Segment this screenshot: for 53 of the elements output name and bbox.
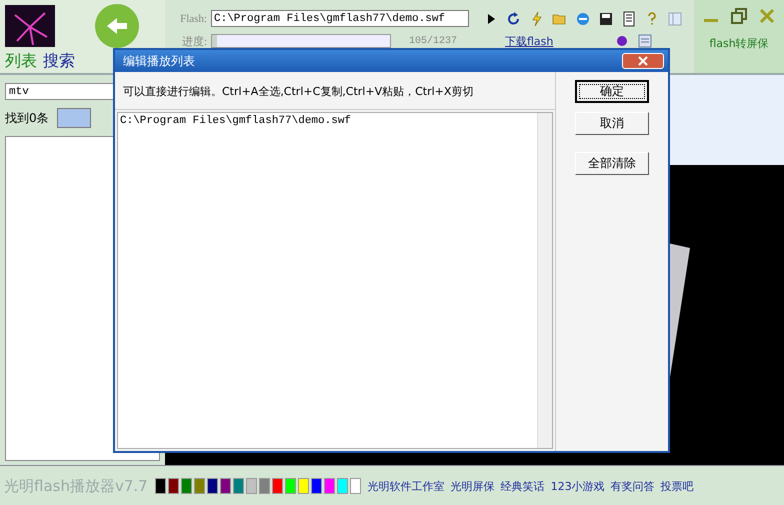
refresh-icon[interactable] bbox=[506, 10, 522, 26]
dot-icon bbox=[617, 36, 628, 46]
color-swatch[interactable] bbox=[206, 478, 218, 494]
restore-icon[interactable] bbox=[731, 8, 747, 24]
color-swatch[interactable] bbox=[336, 478, 348, 494]
back-button[interactable] bbox=[95, 4, 139, 48]
search-field[interactable] bbox=[56, 108, 91, 128]
download-link[interactable]: 下载flash bbox=[505, 34, 554, 48]
color-swatch[interactable] bbox=[168, 478, 179, 494]
category-dropdown[interactable]: mtv bbox=[5, 83, 115, 100]
screensaver-link[interactable]: flash转屏保 bbox=[709, 36, 769, 51]
color-swatch[interactable] bbox=[232, 478, 244, 494]
color-swatch[interactable] bbox=[220, 478, 231, 494]
panel-icon[interactable] bbox=[667, 10, 683, 26]
footer-link[interactable]: 投票吧 bbox=[660, 478, 694, 494]
color-swatch[interactable] bbox=[246, 478, 257, 494]
footer-link[interactable]: 123小游戏 bbox=[550, 478, 605, 494]
color-swatch[interactable] bbox=[298, 478, 309, 494]
color-swatch[interactable] bbox=[258, 478, 270, 494]
close-icon bbox=[638, 56, 648, 66]
list-icon[interactable] bbox=[637, 33, 654, 49]
color-swatch[interactable] bbox=[272, 478, 283, 494]
progress-slider[interactable] bbox=[211, 34, 391, 48]
path-field[interactable]: C:\Program Files\gmflash77\demo.swf bbox=[211, 10, 469, 27]
progress-label: 进度: bbox=[180, 34, 207, 48]
tab[interactable]: 列表 bbox=[5, 51, 37, 72]
playlist-text-area[interactable]: C:\Program Files\gmflash77\demo.swf bbox=[117, 112, 553, 449]
dialog-title: 编辑播放列表 bbox=[123, 52, 195, 70]
color-swatch[interactable] bbox=[154, 478, 166, 494]
color-swatch[interactable] bbox=[324, 478, 335, 494]
list-icon[interactable] bbox=[621, 10, 637, 26]
color-swatch[interactable] bbox=[350, 478, 361, 494]
app-title: 光明flash播放器v7.7 bbox=[4, 476, 148, 496]
results-count: 找到0条 bbox=[5, 110, 49, 126]
footer-link[interactable]: 光明屏保 bbox=[450, 478, 495, 494]
footer-link[interactable]: 有奖问答 bbox=[610, 478, 655, 494]
arrow-left-icon bbox=[105, 16, 129, 36]
color-swatch[interactable] bbox=[310, 478, 322, 494]
flash-label: Flash: bbox=[179, 12, 207, 24]
save-icon[interactable] bbox=[598, 10, 614, 26]
footer-link[interactable]: 光明软件工作室 bbox=[368, 478, 445, 494]
color-swatch[interactable] bbox=[284, 478, 296, 494]
progress-reading: 105/1237 bbox=[409, 36, 458, 46]
dialog-button[interactable]: 确定 bbox=[575, 80, 649, 103]
close-icon[interactable] bbox=[759, 8, 775, 24]
dialog-button[interactable]: 全部清除 bbox=[575, 152, 649, 175]
tab[interactable]: 搜索 bbox=[43, 51, 75, 72]
instructions-text: 可以直接进行编辑。Ctrl+A全选,Ctrl+C复制,Ctrl+V粘贴，Ctrl+X剪切 bbox=[115, 72, 555, 110]
dialog-button[interactable]: 取消 bbox=[575, 112, 649, 135]
footer-link[interactable]: 经典笑话 bbox=[500, 478, 545, 494]
color-swatch[interactable] bbox=[194, 478, 205, 494]
color-swatch[interactable] bbox=[180, 478, 192, 494]
close-button[interactable] bbox=[622, 53, 664, 69]
